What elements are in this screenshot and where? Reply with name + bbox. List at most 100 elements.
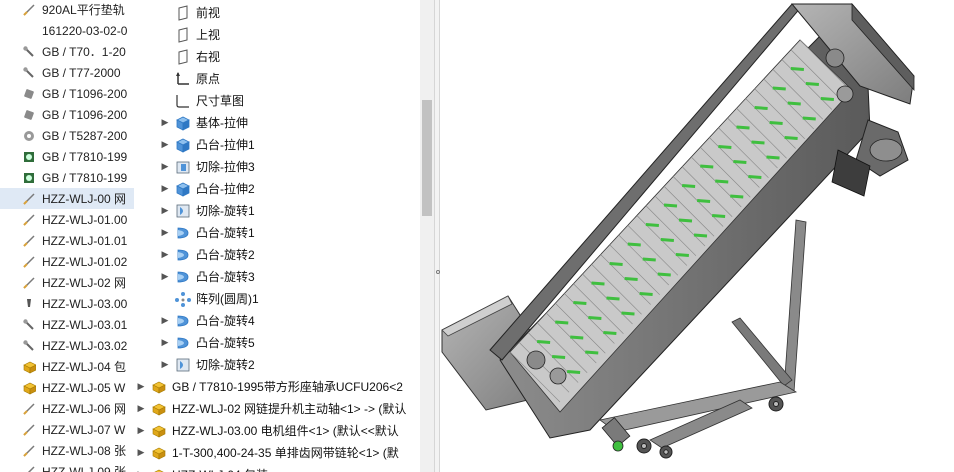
feature-tree-item[interactable]: ▶ 凸台-拉伸2 [160, 178, 255, 199]
feature-tree-item[interactable]: 尺寸草图 [160, 90, 244, 111]
scrollbar-thumb[interactable] [422, 100, 432, 216]
component-item[interactable]: GB / T7810-199 [0, 167, 134, 188]
assembly-icon [22, 360, 36, 374]
expand-arrow-icon[interactable]: ▶ [160, 227, 170, 238]
component-item[interactable]: HZZ-WLJ-01.02 [0, 251, 134, 272]
feature-tree-item[interactable]: 右视 [160, 46, 220, 67]
component-item[interactable]: HZZ-WLJ-00 网 [0, 188, 134, 209]
feature-tree-item[interactable]: ▶ 切除-旋转2 [160, 354, 255, 375]
component-item[interactable]: 920AL平行垫轨 [0, 0, 134, 20]
component-label: GB / T7810-199 [42, 149, 128, 164]
feature-label: 凸台-拉伸2 [196, 182, 255, 196]
component-item[interactable]: GB / T1096-200 [0, 83, 134, 104]
component-item[interactable]: HZZ-WLJ-01.00 [0, 209, 134, 230]
expand-arrow-icon[interactable]: ▶ [160, 161, 170, 172]
bolt-icon [22, 297, 36, 311]
expand-arrow-icon[interactable]: ▶ [136, 425, 146, 436]
component-item[interactable]: HZZ-WLJ-03.01 [0, 314, 134, 335]
expand-arrow-icon[interactable]: ▶ [160, 271, 170, 282]
component-item[interactable]: HZZ-WLJ-04 包 [0, 356, 134, 377]
feature-tree-item[interactable]: ▶ 基体-拉伸 [160, 112, 248, 133]
feature-tree-item[interactable]: ▶ 切除-旋转1 [160, 200, 255, 221]
feature-tree-item[interactable]: 上视 [160, 24, 220, 45]
component-label: HZZ-WLJ-06 网 [42, 402, 127, 416]
component-item[interactable]: HZZ-WLJ-03.02 [0, 335, 134, 356]
green-slat [657, 272, 671, 277]
feature-tree-item[interactable]: ▶ HZZ-WLJ-03.00 电机组件<1> (默认<<默认 [136, 420, 399, 441]
component-item[interactable]: HZZ-WLJ-07 W [0, 419, 134, 440]
feature-label: HZZ-WLJ-04 包装 [172, 466, 268, 472]
feature-tree-item[interactable]: 前视 [160, 2, 220, 23]
component-item[interactable]: GB / T5287-200 [0, 125, 134, 146]
component-item[interactable]: GB / T70．1-20 [0, 41, 134, 62]
feature-tree-item[interactable]: 原点 [160, 68, 220, 89]
feature-tree-item[interactable]: ▶HZZ-WLJ-04 包装 [136, 464, 268, 472]
component-label: GB / T70．1-20 [42, 45, 126, 59]
feature-tree-item[interactable]: ▶ 凸台-旋转2 [160, 244, 255, 265]
feature-tree-item[interactable]: ▶ 切除-拉伸3 [160, 156, 255, 177]
component-label: GB / T77-2000 [42, 65, 121, 80]
feature-tree-item[interactable]: ▶ 1-T-300,400-24-35 单排齿网带链轮<1> (默 [136, 442, 399, 463]
component-item[interactable]: HZZ-WLJ-05 W [0, 377, 134, 398]
cut-revolve-icon [174, 203, 192, 219]
feature-label: 凸台-旋转5 [196, 336, 255, 350]
expand-arrow-icon[interactable]: ▶ [136, 403, 146, 414]
green-slat [678, 218, 693, 223]
support-brace [731, 317, 793, 387]
expand-arrow-icon[interactable]: ▶ [160, 359, 170, 370]
component-item[interactable]: HZZ-WLJ-09 张 [0, 461, 134, 472]
washer-icon [22, 129, 36, 143]
feature-tree-item[interactable]: ▶ 凸台-拉伸1 [160, 134, 255, 155]
feature-tree-item[interactable]: ▶ 凸台-旋转3 [160, 266, 255, 287]
green-slat [591, 281, 605, 286]
expand-arrow-icon[interactable]: ▶ [160, 315, 170, 326]
expand-arrow-icon[interactable]: ▶ [136, 447, 146, 458]
expand-arrow-icon[interactable]: ▶ [160, 183, 170, 194]
component-item[interactable]: HZZ-WLJ-08 张 [0, 440, 134, 461]
feature-tree-item[interactable]: ▶ 凸台-旋转5 [160, 332, 255, 353]
expand-arrow-icon[interactable]: ▶ [160, 337, 170, 348]
feature-tree-item[interactable]: ▶ HZZ-WLJ-02 网链提升机主动轴<1> -> (默认 [136, 398, 407, 419]
assembly-icon [150, 445, 168, 461]
green-slat [555, 320, 569, 325]
key-icon [22, 87, 36, 101]
support-leg-rear [783, 219, 807, 393]
bearing-icon [22, 150, 36, 164]
revolve-icon [174, 313, 192, 329]
component-item[interactable]: HZZ-WLJ-01.01 [0, 230, 134, 251]
component-item[interactable]: GB / T1096-200 [0, 104, 134, 125]
component-label: HZZ-WLJ-03.01 [42, 317, 128, 332]
plane-icon [174, 48, 192, 65]
green-slat [570, 335, 584, 340]
component-label: HZZ-WLJ-01.02 [42, 254, 128, 269]
green-slat [718, 145, 732, 149]
expand-arrow-icon[interactable]: ▶ [160, 117, 170, 128]
green-slat [712, 214, 726, 218]
revolve-icon [174, 247, 192, 263]
feature-tree-item[interactable]: ▶ 凸台-旋转4 [160, 310, 255, 331]
component-item[interactable]: HZZ-WLJ-06 网 [0, 398, 134, 419]
feature-label: 基体-拉伸 [196, 116, 248, 130]
component-item[interactable]: HZZ-WLJ-02 网 [0, 272, 134, 293]
feature-tree-item[interactable]: 阵列(圆周)1 [160, 288, 259, 309]
model-viewport[interactable] [440, 0, 954, 472]
component-item[interactable]: 161220-03-02-0 [0, 20, 134, 41]
expand-arrow-icon[interactable]: ▶ [160, 139, 170, 150]
green-slat [784, 136, 798, 140]
feature-tree-scrollbar[interactable] [420, 0, 434, 472]
feature-tree-panel: 前视 上视 右视 原点 尺寸草图 ▶ 基体-拉伸 ▶ 凸台-拉伸1 ▶ 切除-拉伸3 ▶ 凸台-拉伸2 ▶… [134, 0, 432, 472]
expand-arrow-icon[interactable]: ▶ [160, 205, 170, 216]
component-item[interactable]: GB / T7810-199 [0, 146, 134, 167]
component-item[interactable]: GB / T77-2000 [0, 62, 134, 83]
expand-arrow-icon[interactable]: ▶ [136, 381, 146, 392]
feature-label: 尺寸草图 [196, 94, 245, 108]
component-label: HZZ-WLJ-01.00 [42, 212, 128, 227]
feature-label: 切除-旋转2 [196, 358, 255, 372]
expand-arrow-icon[interactable]: ▶ [160, 249, 170, 260]
assembly-icon [150, 467, 168, 472]
plane-icon [174, 26, 192, 43]
feature-tree-item[interactable]: ▶ 凸台-旋转1 [160, 222, 255, 243]
component-item[interactable]: HZZ-WLJ-03.00 [0, 293, 134, 314]
feature-tree-item[interactable]: ▶ GB / T7810-1995带方形座轴承UCFU206<2 [136, 376, 403, 397]
line-part-icon [22, 402, 36, 416]
